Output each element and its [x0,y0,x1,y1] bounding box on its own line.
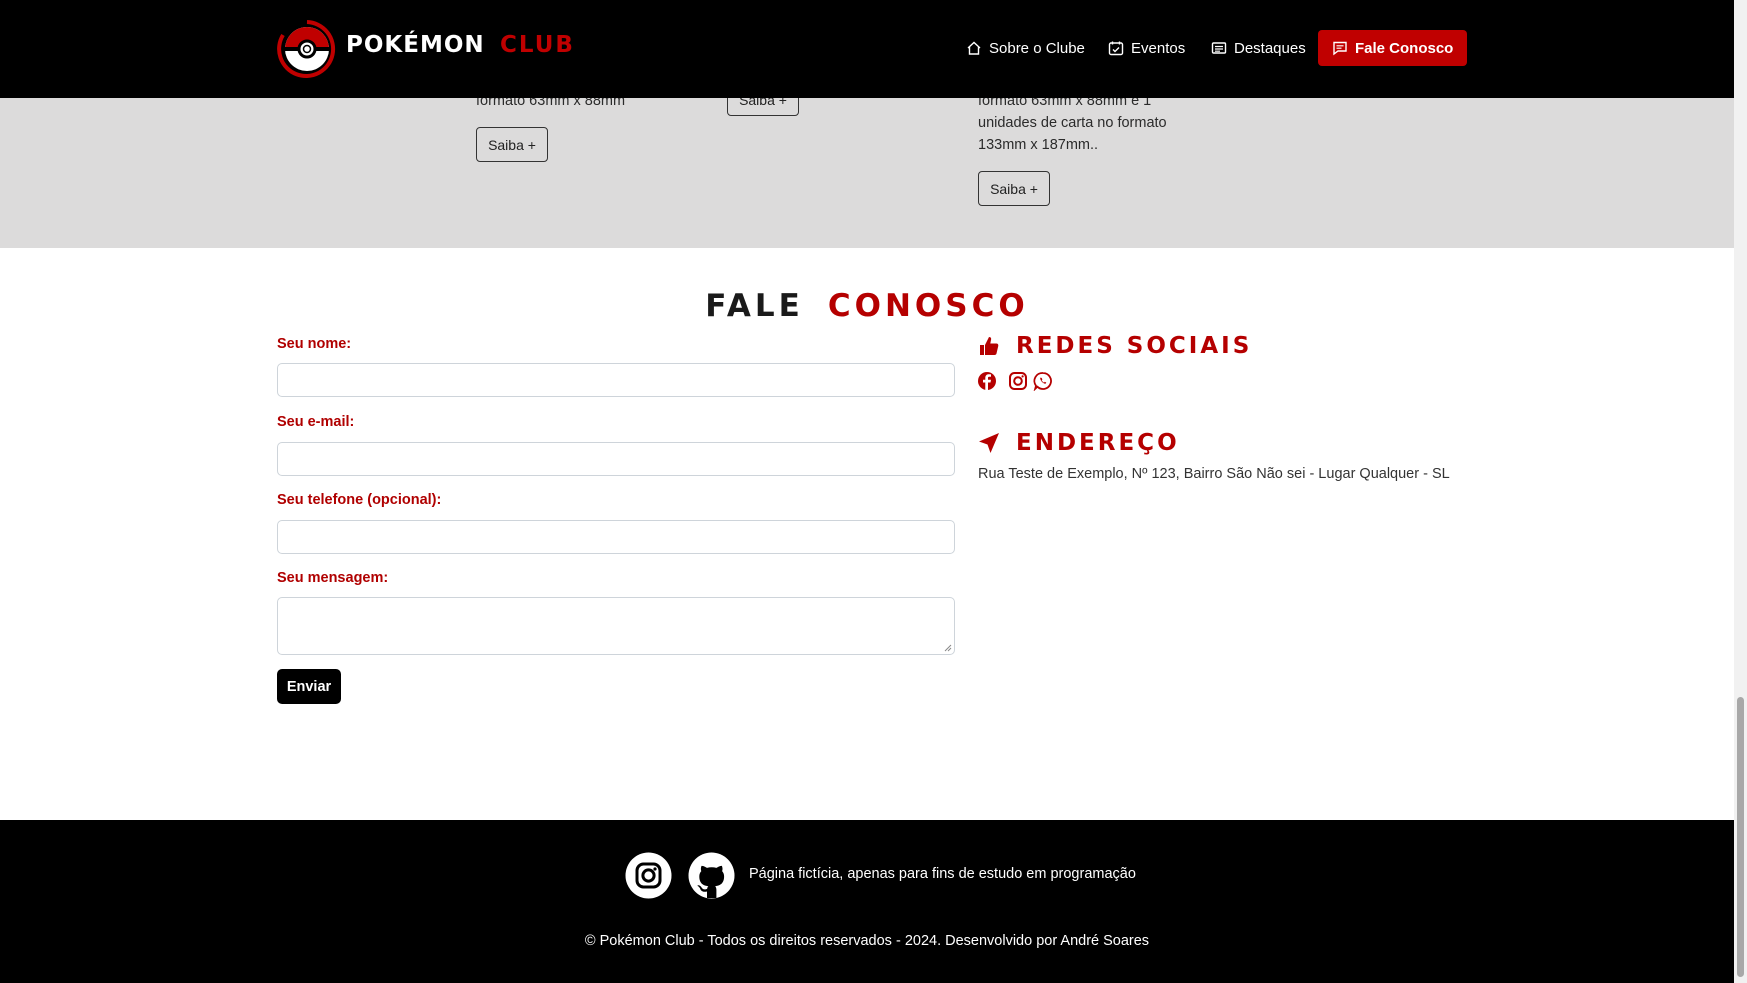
brand-club: CLUB [500,32,575,58]
facebook-icon[interactable] [977,371,997,391]
instagram-icon[interactable] [625,852,672,899]
saiba-button[interactable]: Saiba + [978,171,1050,206]
social-title: REDES SOCIAIS [1016,333,1253,359]
social-heading: REDES SOCIAIS [978,333,1252,359]
message-textarea[interactable] [277,597,955,655]
navbar: POKÉMON CLUB Sobre o Clube Eventos Desta… [0,0,1734,98]
address-heading: ENDEREÇO [978,430,1180,456]
github-icon[interactable] [688,852,735,899]
card-text: unidades de carta no formato [978,115,1167,131]
page: formato 63mm x 88mm Saiba + Saiba + form… [0,0,1734,983]
whatsapp-icon[interactable] [1033,371,1053,391]
email-label: Seu e-mail: [277,414,355,430]
home-icon [967,41,981,55]
email-input[interactable] [277,442,955,476]
card-text: 133mm x 187mm.. [978,137,1099,153]
footer-copyright: © Pokémon Club - Todos os direitos reser… [584,933,1150,949]
contact-title-part2: CONOSCO [827,288,1029,324]
nav-cta-label: Fale Conosco [1355,39,1454,57]
contact-title: FALE CONOSCO [0,288,1734,324]
page-scrollbar[interactable] [1734,0,1747,983]
nav-fale-conosco-button[interactable]: Fale Conosco [1318,30,1468,66]
name-label: Seu nome: [277,336,352,352]
newspaper-icon [1211,42,1227,54]
nav-label: Sobre o Clube [989,39,1085,57]
footer: Página fictícia, apenas para fins de est… [0,820,1734,983]
address-title: ENDEREÇO [1016,430,1180,456]
chat-icon [1333,41,1347,56]
saiba-button[interactable]: Saiba + [476,127,548,162]
cards-section: formato 63mm x 88mm Saiba + Saiba + form… [0,84,1734,248]
nav-sobre[interactable]: Sobre o Clube [966,30,1085,66]
thumbs-up-icon [980,337,999,355]
instagram-icon[interactable] [1008,371,1028,391]
phone-label: Seu telefone (opcional): [277,492,442,508]
contact-title-part1: FALE [705,288,804,324]
social-links [977,371,1053,391]
message-label: Seu mensagem: [277,570,389,586]
footer-note: Página fictícia, apenas para fins de est… [749,866,1136,882]
name-input[interactable] [277,363,955,397]
nav-label: Eventos [1131,39,1186,57]
calendar-check-icon [1108,41,1124,56]
nav-destaques[interactable]: Destaques [1211,30,1306,66]
address-text: Rua Teste de Exemplo, Nº 123, Bairro São… [978,466,1450,482]
scrollbar-thumb[interactable] [1737,697,1744,977]
phone-input[interactable] [277,520,955,554]
nav-label: Destaques [1234,39,1306,57]
resize-handle-icon[interactable] [944,644,952,652]
nav-eventos[interactable]: Eventos [1108,30,1185,66]
pokeball-logo-icon[interactable] [277,19,337,79]
brand-name: POKÉMON [346,32,485,58]
location-arrow-icon [979,433,999,453]
send-button[interactable]: Enviar [277,669,341,704]
